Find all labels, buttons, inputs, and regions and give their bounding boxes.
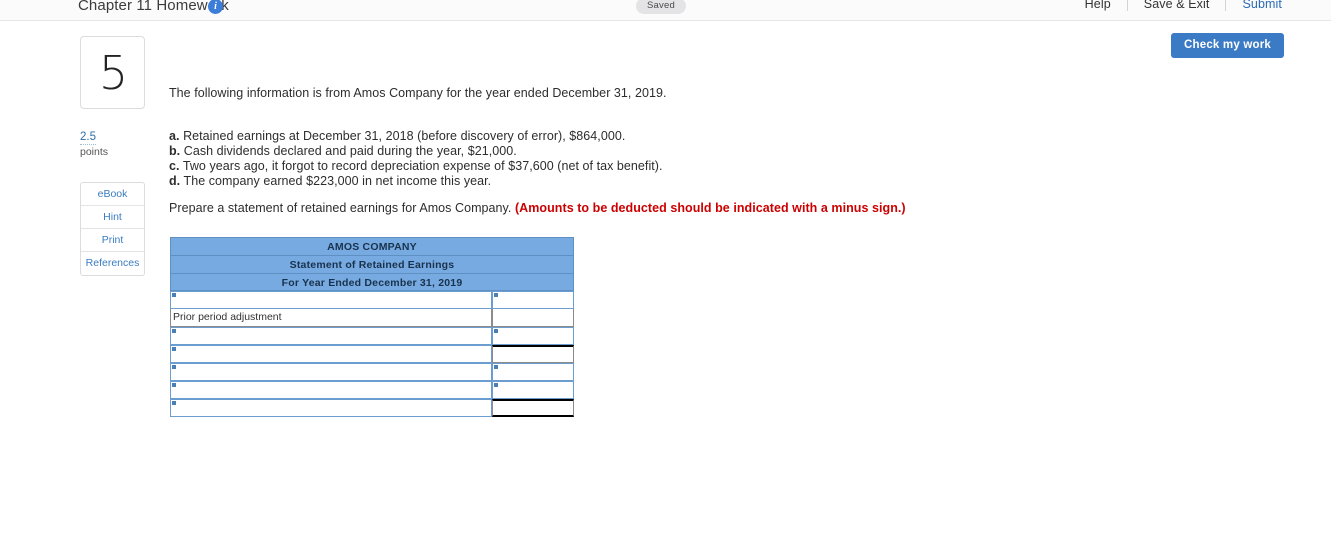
fact-item-b: b. Cash dividends declared and paid duri… bbox=[169, 144, 663, 159]
fact-item-a: a. Retained earnings at December 31, 201… bbox=[169, 129, 663, 144]
worksheet-total-rule-7 bbox=[492, 399, 574, 417]
question-intro: The following information is from Amos C… bbox=[169, 86, 667, 100]
worksheet-input-label-4[interactable] bbox=[170, 345, 492, 363]
worksheet-title-company: AMOS COMPANY bbox=[170, 237, 574, 255]
worksheet-label-prior-period-adjustment: Prior period adjustment bbox=[173, 311, 282, 323]
fact-letter-d: d. bbox=[169, 174, 181, 189]
worksheet-cell-amount-3[interactable] bbox=[492, 327, 574, 345]
tool-print[interactable]: Print bbox=[81, 229, 144, 252]
points-value[interactable]: 2.5 bbox=[80, 131, 96, 145]
worksheet-static-amount-2 bbox=[492, 309, 574, 327]
worksheet-cell-label-7[interactable] bbox=[170, 399, 492, 417]
tool-hint[interactable]: Hint bbox=[81, 206, 144, 229]
tool-ebook[interactable]: eBook bbox=[81, 183, 144, 206]
worksheet-cell-label-6[interactable] bbox=[170, 381, 492, 399]
worksheet-title-period: For Year Ended December 31, 2019 bbox=[170, 273, 574, 291]
retained-earnings-worksheet: AMOS COMPANY Statement of Retained Earni… bbox=[170, 237, 574, 417]
question-number-box: 5 bbox=[80, 36, 145, 109]
status-badge-saved: Saved bbox=[636, 0, 686, 14]
table-row bbox=[170, 345, 574, 363]
prompt-warning: (Amounts to be deducted should be indica… bbox=[514, 201, 906, 215]
worksheet-cell-amount-1[interactable] bbox=[492, 291, 574, 309]
worksheet-cell-label-1[interactable] bbox=[170, 291, 492, 309]
fact-item-c: c. Two years ago, it forgot to record de… bbox=[169, 159, 663, 174]
question-facts: a. Retained earnings at December 31, 201… bbox=[169, 129, 663, 189]
nav-save-and-exit[interactable]: Save & Exit bbox=[1128, 0, 1226, 11]
table-row bbox=[170, 327, 574, 345]
top-nav: Help Save & Exit Submit bbox=[1069, 0, 1282, 11]
fact-letter-c: c. bbox=[169, 159, 180, 174]
question-prompt: Prepare a statement of retained earnings… bbox=[169, 201, 906, 215]
tool-references[interactable]: References bbox=[81, 252, 144, 275]
worksheet-input-label-3[interactable] bbox=[170, 327, 492, 345]
worksheet-cell-label-2: Prior period adjustment bbox=[170, 309, 492, 327]
points-label: points bbox=[80, 146, 109, 158]
worksheet-cell-amount-6[interactable] bbox=[492, 381, 574, 399]
fact-letter-a: a. bbox=[169, 129, 180, 143]
worksheet-cell-amount-7 bbox=[492, 399, 574, 417]
worksheet-input-label-1[interactable] bbox=[170, 291, 492, 309]
fact-text-d: The company earned $223,000 in net incom… bbox=[183, 174, 492, 189]
nav-help[interactable]: Help bbox=[1069, 0, 1127, 11]
table-row bbox=[170, 363, 574, 381]
fact-item-d: d. The company earned $223,000 in net in… bbox=[169, 174, 663, 189]
prompt-text: Prepare a statement of retained earnings… bbox=[169, 201, 512, 215]
nav-submit[interactable]: Submit bbox=[1226, 0, 1282, 11]
fact-text-c: Two years ago, it forgot to record depre… bbox=[182, 159, 663, 174]
fact-letter-b: b. bbox=[169, 144, 181, 159]
worksheet-input-label-5[interactable] bbox=[170, 363, 492, 381]
worksheet-cell-label-5[interactable] bbox=[170, 363, 492, 381]
worksheet-cell-amount-5[interactable] bbox=[492, 363, 574, 381]
page-title: Chapter 11 Homework bbox=[78, 0, 229, 14]
worksheet-input-amount-1[interactable] bbox=[492, 291, 574, 309]
table-row bbox=[170, 399, 574, 417]
worksheet-input-amount-3[interactable] bbox=[492, 327, 574, 345]
table-row bbox=[170, 291, 574, 309]
tool-stack: eBook Hint Print References bbox=[80, 182, 145, 276]
table-row bbox=[170, 381, 574, 399]
worksheet-cell-label-4[interactable] bbox=[170, 345, 492, 363]
fact-text-a: Retained earnings at December 31, 2018 (… bbox=[183, 129, 626, 143]
question-number: 5 bbox=[98, 46, 129, 100]
worksheet-subtotal-rule-4 bbox=[492, 345, 574, 363]
worksheet-input-amount-6[interactable] bbox=[492, 381, 574, 399]
worksheet-cell-amount-4 bbox=[492, 345, 574, 363]
check-my-work-button[interactable]: Check my work bbox=[1171, 33, 1284, 58]
worksheet-input-label-7[interactable] bbox=[170, 399, 492, 417]
worksheet-input-label-6[interactable] bbox=[170, 381, 492, 399]
table-row: Prior period adjustment bbox=[170, 309, 574, 327]
worksheet-cell-amount-2 bbox=[492, 309, 574, 327]
worksheet-input-amount-5[interactable] bbox=[492, 363, 574, 381]
worksheet-title-statement: Statement of Retained Earnings bbox=[170, 255, 574, 273]
fact-text-b: Cash dividends declared and paid during … bbox=[183, 144, 517, 159]
worksheet-cell-label-3[interactable] bbox=[170, 327, 492, 345]
